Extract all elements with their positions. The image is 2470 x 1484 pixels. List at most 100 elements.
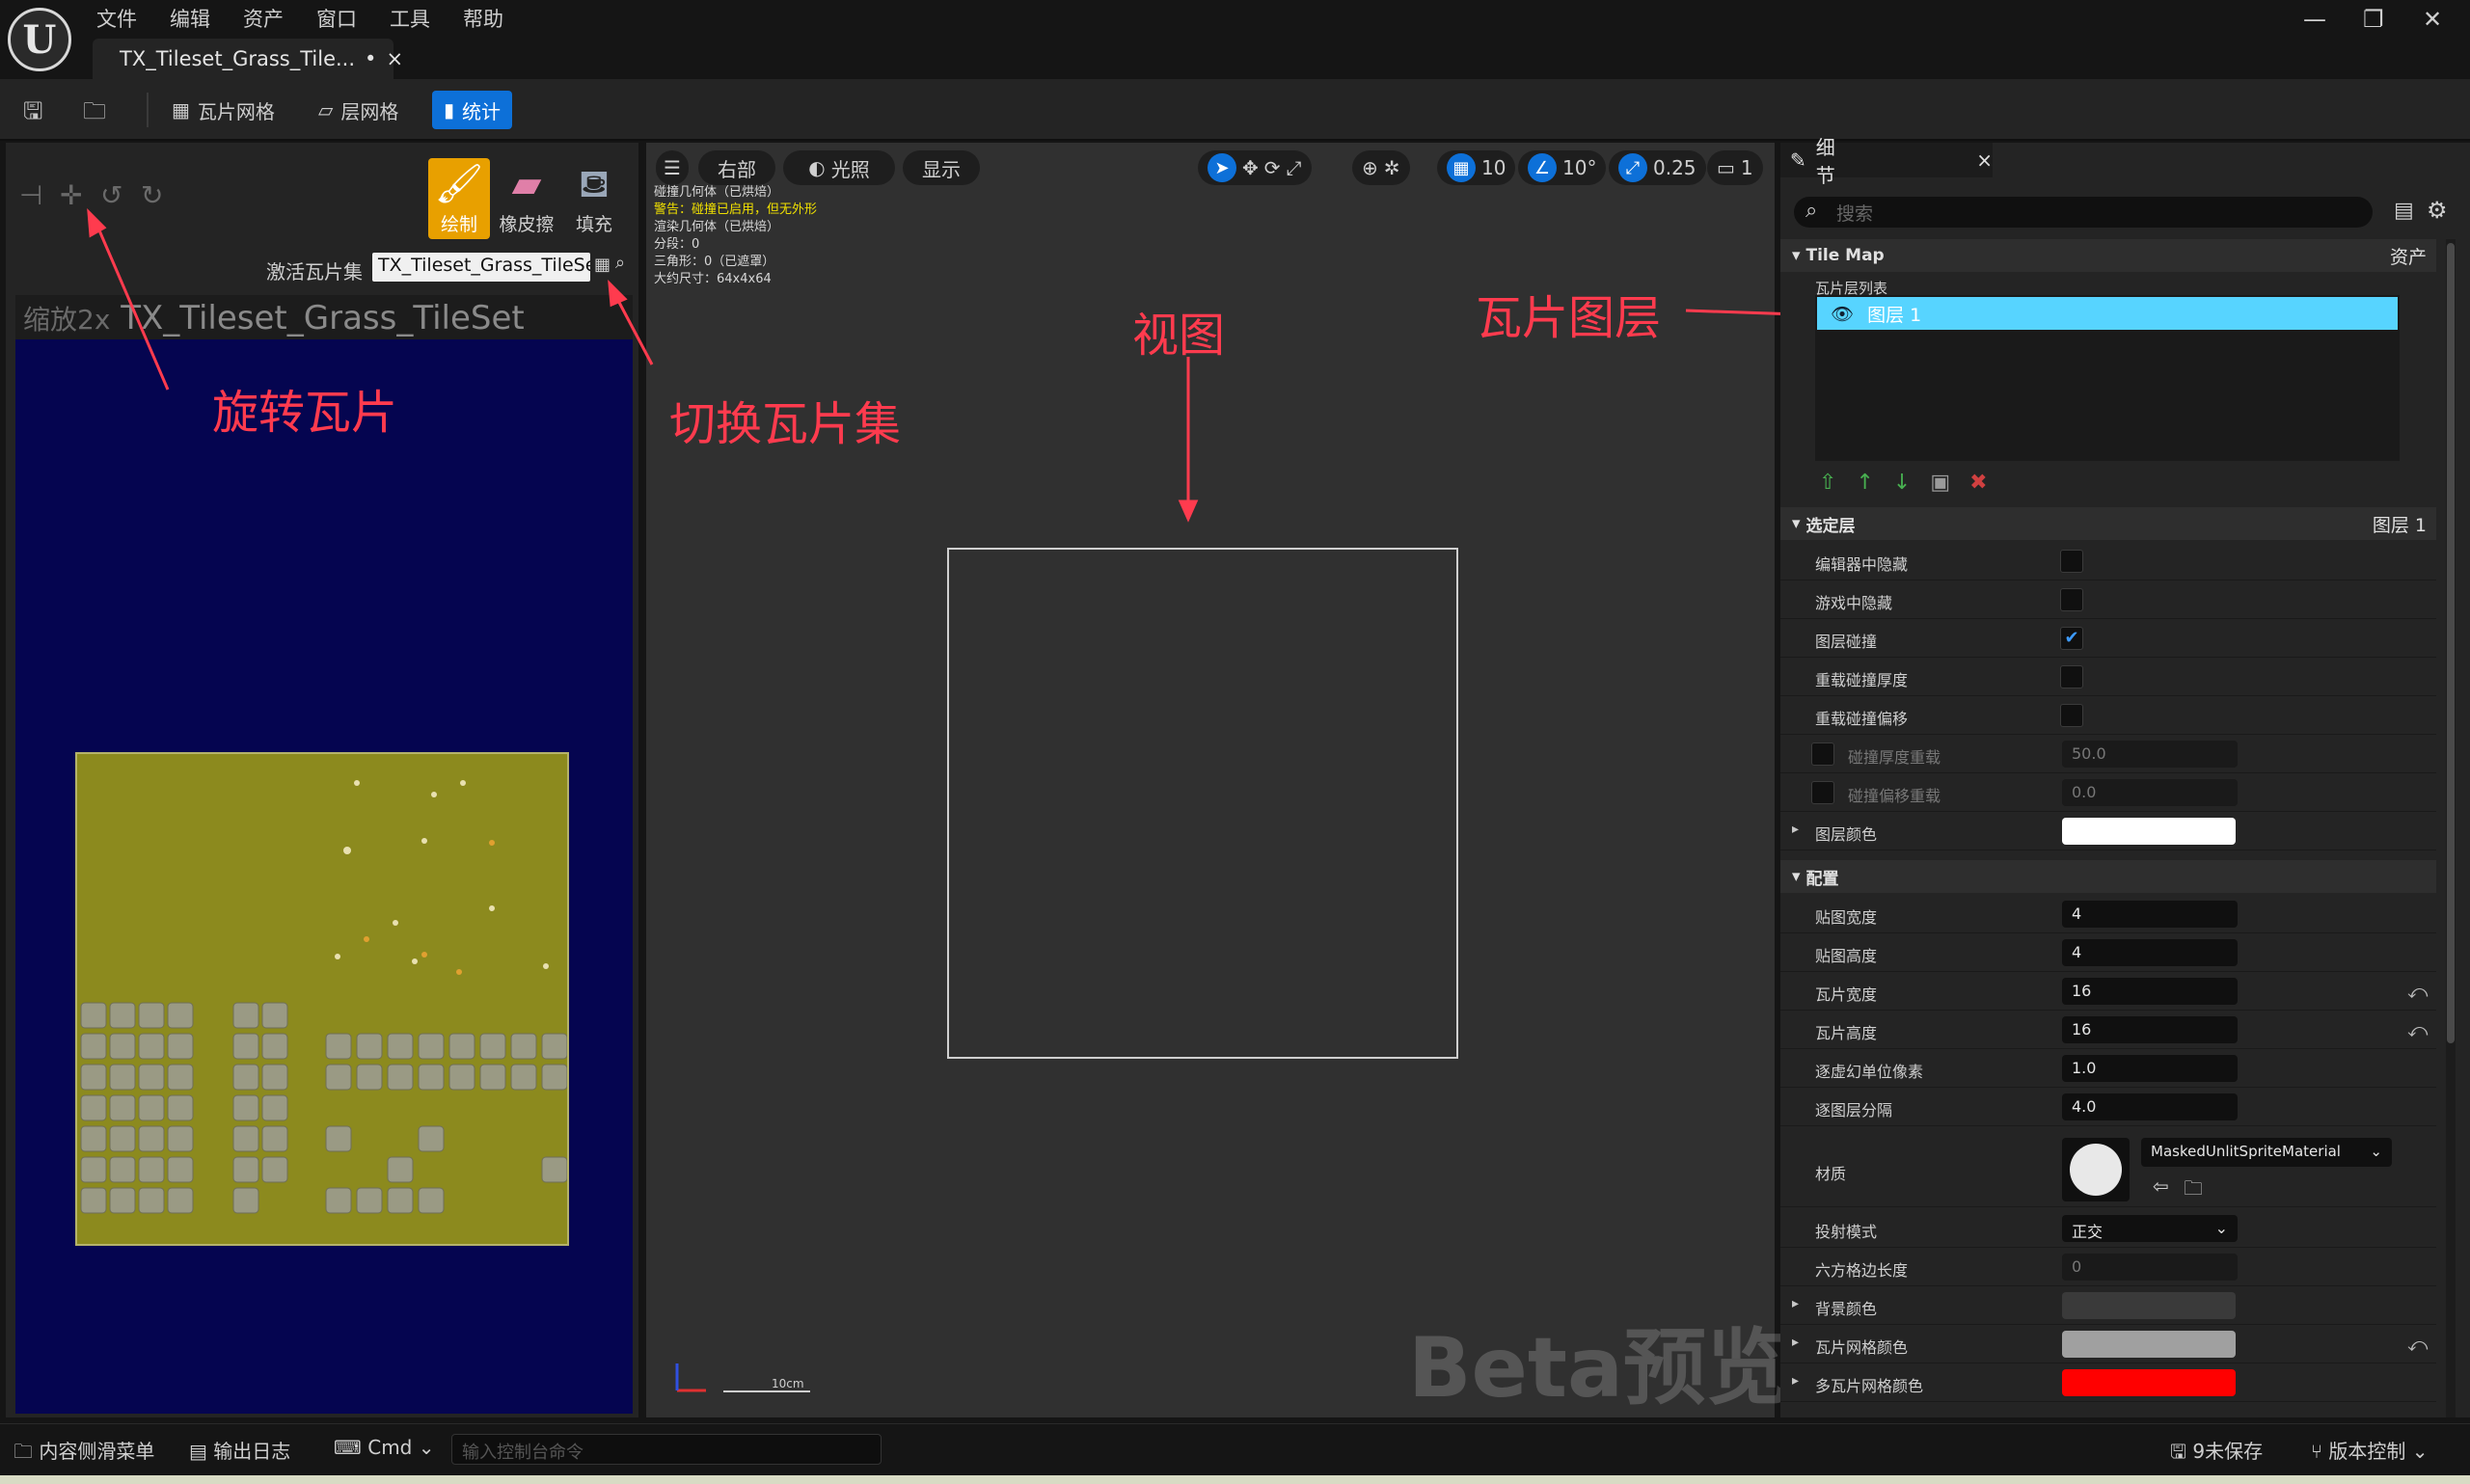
details-scrollbar[interactable] xyxy=(2446,239,2456,1417)
prop-label: 逐虚幻单位像素 xyxy=(1815,1063,1924,1081)
prop-label: 图层碰撞 xyxy=(1815,633,1878,651)
prop-row-hex-side: 六方格边长度 0 xyxy=(1780,1248,2436,1286)
prop-label-material: 材质 xyxy=(1815,1165,1847,1183)
cmd-dropdown[interactable]: ⌨ Cmd ⌄ xyxy=(334,1436,435,1459)
bottom-strip xyxy=(0,1475,2470,1484)
background-color-swatch[interactable] xyxy=(2062,1292,2236,1319)
details-tab[interactable]: ✎ 细节 × xyxy=(1780,136,1993,187)
material-dropdown[interactable]: MaskedUnlitSpriteMaterial ⌄ xyxy=(2141,1138,2392,1167)
details-tab-title: 细节 xyxy=(1815,136,1835,187)
prop-row-selected-1: 游戏中隐藏 xyxy=(1780,580,2436,619)
chevron-right-icon[interactable]: ▸ xyxy=(1792,1373,1799,1389)
prop-row-config-5: 逐图层分隔 4.0 xyxy=(1780,1088,2436,1126)
chevron-down-icon: ▾ xyxy=(1792,514,1801,533)
chevron-right-icon[interactable]: ▸ xyxy=(1792,1335,1799,1350)
prop-value-field[interactable]: 50.0 xyxy=(2062,741,2238,768)
close-details-icon[interactable]: × xyxy=(1976,148,1993,172)
layer-list-actions: ⇧ ↑ ↓ ▣ ✖ xyxy=(1819,471,1988,495)
prop-value-field[interactable]: 4.0 xyxy=(2062,1093,2238,1120)
prop-row-background-color: ▸ 背景颜色 xyxy=(1780,1286,2436,1325)
prop-checkbox[interactable] xyxy=(2060,665,2083,688)
prop-label: 游戏中隐藏 xyxy=(1815,594,1893,612)
selected-layer-section-header[interactable]: ▾ 选定层 图层 1 xyxy=(1780,507,2436,540)
prop-value-field[interactable]: 4 xyxy=(2062,939,2238,966)
chevron-right-icon[interactable]: ▸ xyxy=(1792,1296,1799,1311)
prop-row-selected-7: ▸ 图层颜色 xyxy=(1780,812,2436,850)
chevron-down-icon: ⌄ xyxy=(2214,1219,2228,1237)
prop-value-field[interactable]: 1.0 xyxy=(2062,1055,2238,1082)
material-sphere-icon xyxy=(2070,1144,2122,1196)
reset-default-icon[interactable]: ⤺ xyxy=(2407,1333,2428,1356)
reset-default-icon[interactable]: ⤺ xyxy=(2407,980,2428,1003)
material-thumbnail[interactable] xyxy=(2062,1138,2130,1201)
tilemap-section-title: Tile Map xyxy=(1805,246,1885,265)
prop-value-field[interactable]: 16 xyxy=(2062,1016,2238,1043)
details-search-input[interactable]: 搜索 xyxy=(1794,197,2373,228)
prop-label: 编辑器中隐藏 xyxy=(1815,555,1909,574)
tilemap-section-header[interactable]: ▾ Tile Map 资产 xyxy=(1780,239,2436,272)
output-log-button[interactable]: ▤ 输出日志 xyxy=(189,1436,290,1464)
material-value: MaskedUnlitSpriteMaterial xyxy=(2151,1143,2341,1160)
hex-side-field[interactable]: 0 xyxy=(2062,1254,2238,1281)
use-selected-icon[interactable]: ⇦ xyxy=(2153,1174,2169,1198)
browse-asset-icon[interactable]: 🗀 xyxy=(2184,1174,2203,1207)
pencil-icon: ✎ xyxy=(1790,148,1806,172)
prop-row-config-0: 贴图宽度 4 xyxy=(1780,895,2436,933)
terminal-icon: ⌨ xyxy=(334,1436,362,1459)
override-checkbox[interactable] xyxy=(1811,781,1834,804)
annotation-tile-layer: 瓦片图层 xyxy=(1476,291,1662,345)
unsaved-button[interactable]: 🖫 9未保存 xyxy=(2170,1436,2263,1471)
content-drawer-button[interactable]: 🗀 内容侧滑菜单 xyxy=(14,1436,154,1471)
output-log-label: 输出日志 xyxy=(213,1440,291,1463)
multi-tile-grid-color-swatch[interactable] xyxy=(2062,1369,2236,1396)
annotation-view: 视图 xyxy=(1132,309,1226,363)
scrollbar-thumb[interactable] xyxy=(2447,243,2455,1043)
override-checkbox[interactable] xyxy=(1811,742,1834,766)
content-drawer-label: 内容侧滑菜单 xyxy=(39,1440,155,1463)
reset-default-icon[interactable]: ⤺ xyxy=(2407,1018,2428,1041)
prop-checkbox[interactable]: ✔ xyxy=(2060,627,2083,650)
tilemap-section-asset: 资产 xyxy=(2389,246,2427,268)
prop-label: 贴图高度 xyxy=(1815,947,1878,965)
output-log-icon: ▤ xyxy=(189,1440,207,1463)
prop-label: 重载碰撞偏移 xyxy=(1815,710,1909,728)
unsaved-label: 9未保存 xyxy=(2192,1440,2264,1463)
layer-list-item[interactable]: 👁 图层 1 xyxy=(1817,297,2398,330)
prop-label-hex-side: 六方格边长度 xyxy=(1815,1261,1909,1280)
content-drawer-icon: 🗀 xyxy=(14,1440,33,1463)
chevron-right-icon[interactable]: ▸ xyxy=(1792,822,1799,837)
source-control-icon: ⑂ xyxy=(2311,1440,2322,1463)
prop-checkbox[interactable] xyxy=(2060,550,2083,573)
layer-color-swatch[interactable] xyxy=(2062,818,2236,845)
visibility-eye-icon[interactable]: 👁 xyxy=(1831,303,1854,325)
delete-layer-icon[interactable]: ✖ xyxy=(1969,471,1987,495)
console-command-input[interactable]: 输入控制台命令 xyxy=(451,1434,882,1465)
config-section-title: 配置 xyxy=(1805,869,1839,889)
prop-value-field[interactable]: 16 xyxy=(2062,978,2238,1005)
prop-label: 碰撞厚度重载 xyxy=(1848,748,1941,767)
prop-checkbox[interactable] xyxy=(2060,704,2083,727)
prop-value-field[interactable]: 0.0 xyxy=(2062,779,2238,806)
tile-grid-color-swatch[interactable] xyxy=(2062,1331,2236,1358)
prop-label: 贴图宽度 xyxy=(1815,908,1878,927)
prop-row-tile-grid-color: ▸ 瓦片网格颜色 ⤺ xyxy=(1780,1325,2436,1363)
add-layer-icon[interactable]: ⇧ xyxy=(1819,471,1836,495)
selected-layer-section-title: 选定层 xyxy=(1805,516,1856,536)
prop-label-background-color: 背景颜色 xyxy=(1815,1300,1878,1318)
source-control-button[interactable]: ⑂ 版本控制 ⌄ xyxy=(2311,1436,2428,1464)
selected-layer-name: 图层 1 xyxy=(2372,514,2427,536)
prop-row-selected-0: 编辑器中隐藏 xyxy=(1780,542,2436,580)
chevron-down-icon: ⌄ xyxy=(418,1436,435,1459)
move-down-icon[interactable]: ↓ xyxy=(1893,471,1911,495)
projection-value: 正交 xyxy=(2072,1223,2104,1241)
projection-dropdown[interactable]: 正交 ⌄ xyxy=(2062,1215,2238,1242)
prop-row-selected-3: 重载碰撞厚度 xyxy=(1780,658,2436,696)
move-up-icon[interactable]: ↑ xyxy=(1856,471,1873,495)
prop-row-selected-4: 重载碰撞偏移 xyxy=(1780,696,2436,735)
duplicate-layer-icon[interactable]: ▣ xyxy=(1930,471,1950,495)
prop-checkbox[interactable] xyxy=(2060,588,2083,611)
table-view-icon[interactable]: ▤ xyxy=(2394,199,2414,223)
prop-value-field[interactable]: 4 xyxy=(2062,901,2238,928)
config-section-header[interactable]: ▾ 配置 xyxy=(1780,860,2436,893)
settings-gear-icon[interactable]: ⚙ xyxy=(2427,197,2448,224)
